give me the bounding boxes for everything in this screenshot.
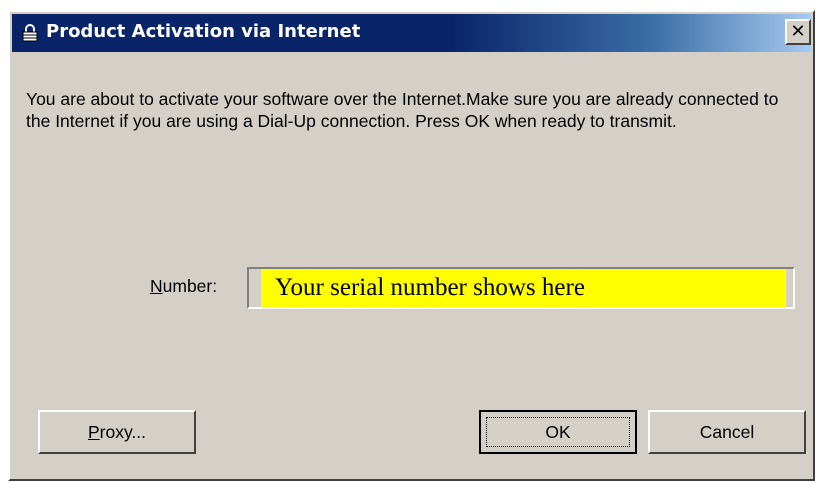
ok-button[interactable]: OK — [479, 410, 637, 454]
cancel-button[interactable]: Cancel — [648, 410, 806, 454]
focus-rectangle — [486, 417, 630, 447]
serial-number-field[interactable]: Your serial number shows here — [247, 267, 795, 309]
title-bar[interactable]: Product Activation via Internet ✕ — [12, 14, 811, 52]
proxy-button[interactable]: Proxy... — [38, 410, 196, 454]
serial-number-value: Your serial number shows here — [261, 269, 786, 307]
number-label-accelerator: N — [150, 276, 163, 296]
instruction-text: You are about to activate your software … — [26, 89, 779, 131]
window-title: Product Activation via Internet — [46, 21, 361, 42]
number-label-rest: umber: — [162, 276, 218, 296]
close-icon: ✕ — [790, 21, 806, 42]
dialog-window: Product Activation via Internet ✕ You ar… — [8, 10, 815, 481]
proxy-button-label: roxy... — [99, 421, 147, 442]
lock-icon — [22, 24, 38, 42]
proxy-button-accelerator: P — [87, 421, 100, 442]
close-button[interactable]: ✕ — [785, 19, 811, 45]
cancel-button-label: Cancel — [699, 421, 755, 442]
number-label: Number: — [150, 276, 217, 297]
